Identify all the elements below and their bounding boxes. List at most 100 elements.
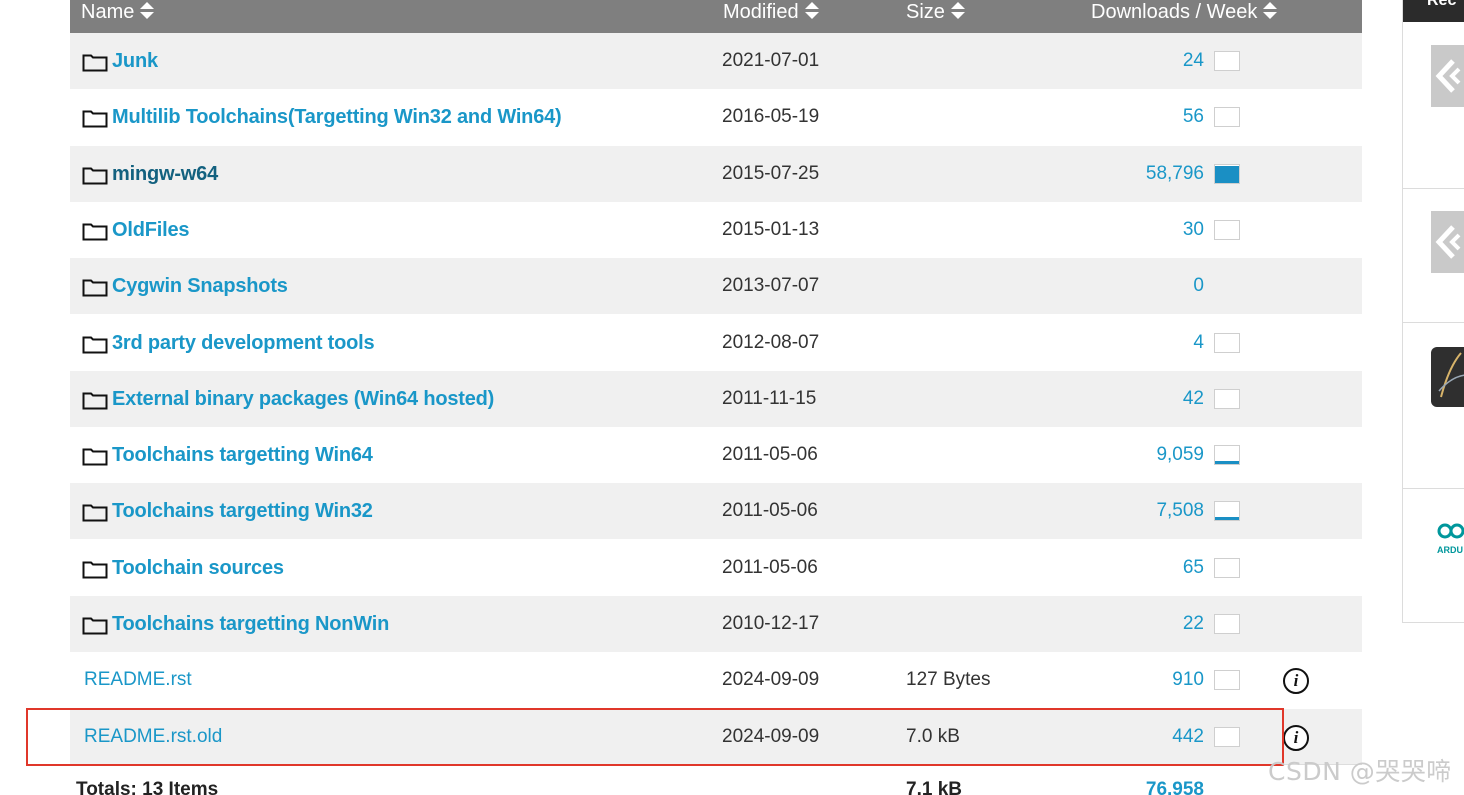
folder-link[interactable]: 3rd party development tools [112,332,375,355]
file-link[interactable]: README.rst [84,669,192,691]
sidebar-item-2[interactable] [1403,189,1464,323]
modified-date: 2013-07-07 [722,275,820,296]
folder-row[interactable]: Toolchain sources 2011-05-06 65 [70,540,1362,596]
download-trend-sparkline [1214,107,1240,127]
totals-row: Totals: 13 Items 7.1 kB 76,958 [70,764,1362,795]
folder-link[interactable]: Cygwin Snapshots [112,275,288,298]
sort-icon[interactable] [140,1,155,20]
name-cell: OldFiles [82,202,190,258]
modified-date: 2012-08-07 [722,332,820,353]
folder-link[interactable]: Toolchains targetting Win64 [112,444,373,467]
sort-icon[interactable] [804,1,819,20]
downloads-count[interactable]: 56 [1070,89,1204,145]
modified-date: 2011-05-06 [722,444,818,465]
modified-date: 2024-09-09 [722,669,820,690]
folder-link[interactable]: mingw-w64 [112,163,218,186]
folder-link[interactable]: Toolchains targetting NonWin [112,613,389,636]
download-trend-sparkline [1214,333,1240,353]
totals-downloads[interactable]: 76,958 [1070,779,1204,795]
downloads-count[interactable]: 9,059 [1070,427,1204,483]
folder-row[interactable]: Toolchains targetting Win32 2011-05-06 7,5… [70,483,1362,539]
name-cell: Cygwin Snapshots [82,258,288,314]
folder-icon [82,221,108,240]
name-cell: Toolchains targetting NonWin [82,596,389,652]
name-cell: mingw-w64 [82,146,218,202]
download-trend-sparkline [1214,445,1240,465]
file-row[interactable]: README.rst 2024-09-09 127 Bytes 910 i [70,652,1362,708]
downloads-count[interactable]: 30 [1070,202,1204,258]
downloads-count[interactable]: 4 [1070,315,1204,371]
folder-icon [82,277,108,296]
download-trend-sparkline [1214,670,1240,690]
folder-link[interactable]: Junk [112,50,158,73]
folder-link[interactable]: OldFiles [112,219,190,242]
sparkline-fill [1215,166,1239,183]
downloads-count[interactable]: 58,796 [1070,146,1204,202]
modified-date: 2015-07-25 [722,163,820,184]
name-cell: Toolchains targetting Win64 [82,427,373,483]
folder-row[interactable]: External binary packages (Win64 hosted) 2… [70,371,1362,427]
app-logo-icon [1431,347,1464,407]
sidebar-header-label: Rec [1427,0,1457,9]
downloads-count[interactable]: 42 [1070,371,1204,427]
downloads-count[interactable]: 0 [1070,258,1204,314]
folder-icon [82,165,108,184]
watermark: CSDN @哭哭啼 [1268,757,1452,786]
sidebar-item-1[interactable] [1403,22,1464,189]
download-trend-sparkline [1214,389,1240,409]
modified-date: 2010-12-17 [722,613,820,634]
sort-icon[interactable] [950,1,965,20]
folder-row[interactable]: OldFiles 2015-01-13 30 [70,202,1362,258]
download-trend-sparkline [1214,558,1240,578]
code-logo-icon [1431,211,1464,273]
modified-date: 2021-07-01 [722,50,820,71]
modified-date: 2024-09-09 [722,726,820,747]
downloads-count[interactable]: 910 [1070,652,1204,708]
downloads-count[interactable]: 24 [1070,33,1204,89]
modified-date: 2011-11-15 [722,388,817,409]
download-trend-sparkline [1214,220,1240,240]
sort-icon[interactable] [1263,1,1278,20]
downloads-count[interactable]: 65 [1070,540,1204,596]
file-link[interactable]: README.rst.old [84,726,222,748]
arduino-logo-text: ARDU [1437,545,1463,555]
downloads-count[interactable]: 442 [1070,709,1204,765]
folder-link[interactable]: Multilib Toolchains(Targetting Win32 and… [112,106,562,129]
column-header-name-label: Name [81,1,135,23]
arduino-logo-icon: ARDU [1437,521,1464,555]
sidebar-item-3[interactable] [1403,323,1464,489]
totals-size: 7.1 kB [906,779,962,795]
folder-row[interactable]: Multilib Toolchains(Targetting Win32 and… [70,89,1362,145]
folder-icon [82,108,108,127]
folder-row[interactable]: 3rd party development tools 2012-08-07 4 [70,315,1362,371]
folder-link[interactable]: External binary packages (Win64 hosted) [112,388,494,411]
folder-row[interactable]: Junk 2021-07-01 24 [70,33,1362,89]
file-row[interactable]: README.rst.old 2024-09-09 7.0 kB 442 i [70,709,1362,765]
info-icon[interactable]: i [1283,725,1309,751]
files-table: Name Modified Size Downloads / Week Junk… [70,0,1362,795]
folder-row[interactable]: Toolchains targetting Win64 2011-05-06 9,0… [70,427,1362,483]
modified-date: 2016-05-19 [722,106,820,127]
column-header-size[interactable]: Size [906,0,965,33]
folder-icon [82,502,108,521]
folder-link[interactable]: Toolchains targetting Win32 [112,500,373,523]
downloads-count[interactable]: 22 [1070,596,1204,652]
file-size: 7.0 kB [906,726,960,747]
download-trend-sparkline [1214,501,1240,521]
column-header-modified[interactable]: Modified [723,0,819,33]
modified-date: 2011-05-06 [722,500,818,521]
folder-icon [82,334,108,353]
folder-icon [82,615,108,634]
sparkline-fill [1215,517,1239,520]
folder-row[interactable]: Cygwin Snapshots 2013-07-07 0 [70,258,1362,314]
download-trend-sparkline [1214,614,1240,634]
column-header-downloads[interactable]: Downloads / Week [1091,0,1278,33]
downloads-count[interactable]: 7,508 [1070,483,1204,539]
folder-link[interactable]: Toolchain sources [112,557,284,580]
folder-row[interactable]: mingw-w64 2015-07-25 58,796 [70,146,1362,202]
column-header-name[interactable]: Name [81,0,155,33]
folder-row[interactable]: Toolchains targetting NonWin 2010-12-17 22 [70,596,1362,652]
info-icon[interactable]: i [1283,668,1309,694]
column-header-modified-label: Modified [723,1,799,23]
sidebar-item-4[interactable]: ARDU [1403,489,1464,623]
